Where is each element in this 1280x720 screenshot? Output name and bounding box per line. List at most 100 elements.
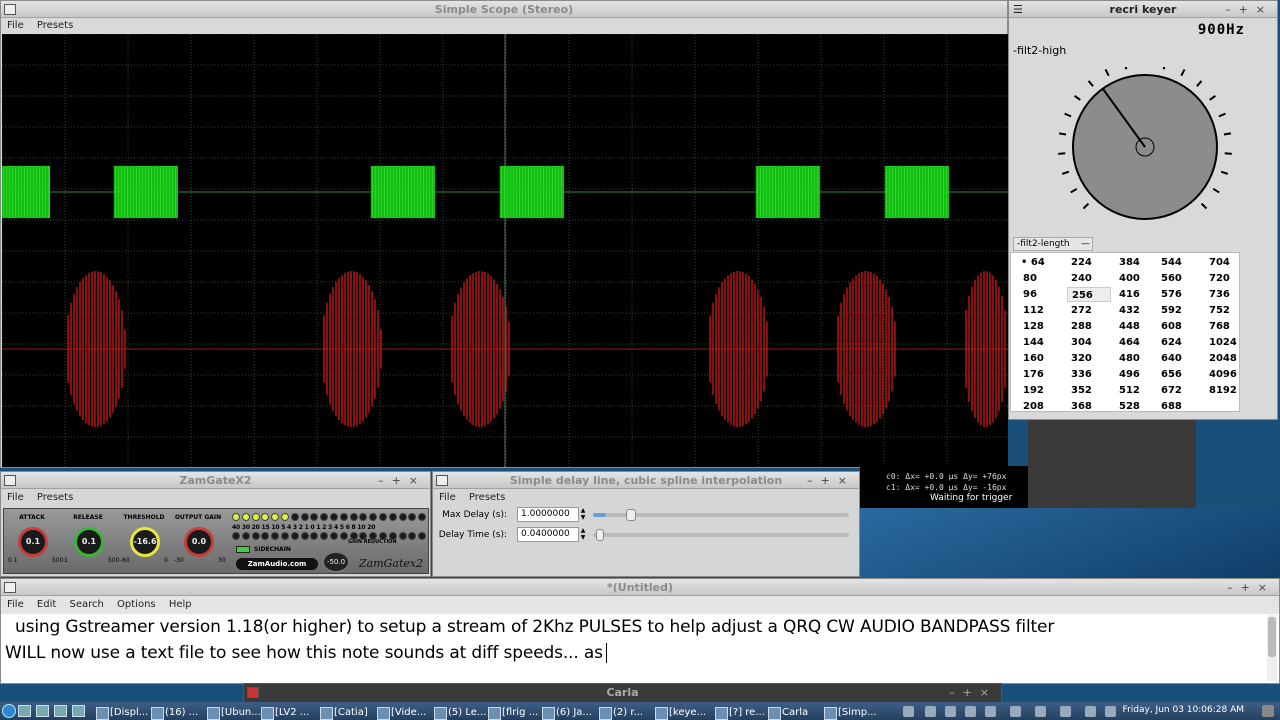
tray-icon[interactable] — [925, 706, 936, 717]
window-controls[interactable]: –+× — [949, 684, 997, 701]
length-option[interactable]: 96 — [1019, 287, 1059, 302]
length-option[interactable]: 512 — [1115, 383, 1155, 398]
length-option[interactable]: 144 — [1019, 335, 1059, 350]
taskbar-item[interactable]: [Ubun... — [205, 705, 261, 720]
menu-options[interactable]: Options — [117, 599, 156, 610]
length-option[interactable]: 720 — [1205, 271, 1245, 286]
length-option[interactable]: 624 — [1157, 335, 1197, 350]
tray-icon[interactable] — [945, 706, 956, 717]
keyer-titlebar[interactable]: ☰ recri keyer –+× — [1009, 1, 1277, 18]
length-option[interactable]: 80 — [1019, 271, 1059, 286]
max-delay-input[interactable]: 1.0000000 — [517, 507, 579, 522]
length-option[interactable]: 2048 — [1205, 351, 1245, 366]
menu-file[interactable]: File — [7, 599, 24, 610]
length-option[interactable]: 528 — [1115, 399, 1155, 414]
length-option[interactable]: 240 — [1067, 271, 1107, 286]
length-option[interactable]: 4096 — [1205, 367, 1245, 382]
delay-titlebar[interactable]: Simple delay line, cubic spline interpol… — [433, 472, 859, 489]
tray-icon[interactable] — [1105, 706, 1116, 717]
sidechain-toggle[interactable] — [236, 546, 250, 553]
carla-titlebar[interactable]: Carla –+× — [244, 684, 1001, 701]
menu-help[interactable]: Help — [169, 599, 192, 610]
window-controls[interactable]: –+× — [1225, 1, 1273, 18]
length-option[interactable]: 112 — [1019, 303, 1059, 318]
menu-file[interactable]: File — [7, 492, 24, 503]
length-option[interactable]: 304 — [1067, 335, 1107, 350]
length-option-list[interactable]: • 64 80 96 112 128 144 160 176 192 208 224 240 256 27… — [1010, 252, 1240, 412]
filter-dial[interactable] — [1057, 67, 1233, 227]
editor-scrollbar[interactable] — [1267, 615, 1277, 681]
length-option[interactable]: 560 — [1157, 271, 1197, 286]
launcher-icon[interactable] — [54, 705, 67, 717]
length-option[interactable]: 752 — [1205, 303, 1245, 318]
length-option[interactable]: 432 — [1115, 303, 1155, 318]
scope-display[interactable] — [2, 34, 1008, 467]
clock[interactable]: Friday, Jun 03 10:06:28 AM — [1123, 705, 1244, 715]
tray-icon[interactable] — [1085, 706, 1096, 717]
tray-icon[interactable] — [1010, 706, 1021, 717]
menu-edit[interactable]: Edit — [37, 599, 56, 610]
launcher-icon[interactable] — [36, 705, 49, 717]
length-option[interactable]: 176 — [1019, 367, 1059, 382]
taskbar-item[interactable]: [?] re... — [713, 705, 765, 720]
taskbar-item[interactable]: [Vide... — [375, 705, 426, 720]
length-option[interactable]: 656 — [1157, 367, 1197, 382]
length-option[interactable]: 688 — [1157, 399, 1197, 414]
taskbar-item[interactable]: (2) r... — [597, 705, 643, 720]
length-option[interactable]: 544 — [1157, 255, 1197, 270]
length-option[interactable]: 736 — [1205, 287, 1245, 302]
window-controls[interactable]: –+× — [807, 472, 855, 489]
taskbar-item[interactable]: [Displ... — [94, 705, 148, 720]
length-option[interactable]: 1024 — [1205, 335, 1245, 350]
tray-icon[interactable] — [1262, 705, 1274, 717]
length-option[interactable]: 336 — [1067, 367, 1107, 382]
menu-presets[interactable]: Presets — [469, 492, 505, 503]
menu-presets[interactable]: Presets — [37, 492, 73, 503]
length-option[interactable]: 272 — [1067, 303, 1107, 318]
length-option[interactable]: 704 — [1205, 255, 1245, 270]
length-option[interactable]: 128 — [1019, 319, 1059, 334]
length-option[interactable]: 384 — [1115, 255, 1155, 270]
length-option[interactable]: 592 — [1157, 303, 1197, 318]
length-option[interactable]: 672 — [1157, 383, 1197, 398]
length-option[interactable]: 8192 — [1205, 383, 1245, 398]
length-option[interactable]: 352 — [1067, 383, 1107, 398]
tray-icon[interactable] — [965, 706, 976, 717]
taskbar-item[interactable]: (6) Ja... — [540, 705, 592, 720]
menu-file[interactable]: File — [7, 20, 24, 31]
length-option[interactable]: 288 — [1067, 319, 1107, 334]
length-option[interactable]: 160 — [1019, 351, 1059, 366]
length-option[interactable]: 464 — [1115, 335, 1155, 350]
window-controls[interactable]: –+× — [1227, 579, 1275, 596]
length-option[interactable]: 320 — [1067, 351, 1107, 366]
launcher-icon[interactable] — [18, 705, 31, 717]
max-delay-slider[interactable] — [593, 509, 849, 521]
length-option[interactable]: 416 — [1115, 287, 1155, 302]
taskbar-item[interactable]: [Simp... — [822, 705, 877, 720]
tray-icon[interactable] — [1060, 706, 1071, 717]
taskbar-item[interactable]: [Catia] — [318, 705, 368, 720]
length-option[interactable]: 256 — [1067, 287, 1111, 302]
delay-time-spin[interactable]: ▲ ▼ — [579, 527, 587, 542]
length-option[interactable]: 480 — [1115, 351, 1155, 366]
output-dial[interactable]: -50.0 — [322, 551, 350, 573]
length-option[interactable]: 448 — [1115, 319, 1155, 334]
taskbar-item[interactable]: [flrig ... — [486, 705, 538, 720]
launcher-icon[interactable] — [72, 705, 85, 717]
start-menu-icon[interactable] — [2, 704, 16, 718]
slider-handle[interactable] — [595, 529, 604, 541]
length-menu-button[interactable]: -filt2-length — — [1013, 237, 1093, 251]
taskbar-item[interactable]: Carla — [766, 705, 808, 720]
slider-handle[interactable] — [625, 509, 636, 521]
menu-search[interactable]: Search — [69, 599, 103, 610]
menu-presets[interactable]: Presets — [37, 20, 73, 31]
menu-icon[interactable]: ☰ — [1013, 1, 1023, 18]
taskbar-item[interactable]: (5) Le... — [432, 705, 486, 720]
delay-time-slider[interactable] — [593, 529, 849, 541]
tray-icon[interactable] — [903, 706, 914, 717]
length-option[interactable]: • 64 — [1017, 255, 1057, 270]
tray-icon[interactable] — [985, 706, 996, 717]
length-option[interactable]: 192 — [1019, 383, 1059, 398]
scroll-thumb[interactable] — [1268, 617, 1276, 657]
editor-titlebar[interactable]: *(Untitled) –+× — [1, 579, 1279, 596]
